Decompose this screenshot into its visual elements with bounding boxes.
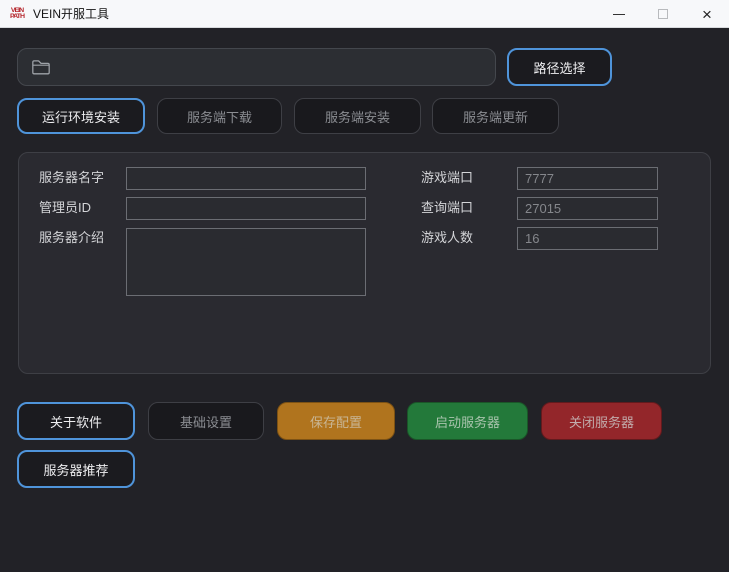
server-desc-label: 服务器介绍	[39, 230, 105, 245]
window-controls: ×	[597, 0, 729, 28]
game-port-label: 游戏端口	[421, 170, 474, 185]
admin-id-input[interactable]	[126, 197, 366, 220]
game-port-input[interactable]	[517, 167, 658, 190]
server-install-button[interactable]: 服务端安装	[294, 98, 421, 134]
folder-icon	[32, 60, 50, 75]
close-icon: ×	[702, 4, 712, 24]
start-server-button[interactable]: 启动服务器	[407, 402, 528, 440]
server-update-button[interactable]: 服务端更新	[432, 98, 559, 134]
save-config-button[interactable]: 保存配置	[277, 402, 395, 440]
server-config-panel: 服务器名字 管理员ID 服务器介绍 游戏端口 查询端口 游戏人数	[18, 152, 711, 374]
server-desc-textarea[interactable]	[126, 228, 366, 296]
query-port-input[interactable]	[517, 197, 658, 220]
player-count-input[interactable]	[517, 227, 658, 250]
server-name-input[interactable]	[126, 167, 366, 190]
app-logo-icon: VEIN PATH	[8, 5, 26, 23]
about-software-button[interactable]: 关于软件	[17, 402, 135, 440]
player-count-label: 游戏人数	[421, 230, 474, 245]
env-install-button[interactable]: 运行环境安装	[17, 98, 145, 134]
titlebar: VEIN PATH VEIN开服工具 ×	[0, 0, 729, 28]
server-download-button[interactable]: 服务端下载	[157, 98, 282, 134]
close-button[interactable]: ×	[685, 0, 729, 28]
window-title: VEIN开服工具	[33, 7, 110, 21]
server-recommend-button[interactable]: 服务器推荐	[17, 450, 135, 488]
path-select-button[interactable]: 路径选择	[507, 48, 612, 86]
query-port-label: 查询端口	[421, 200, 474, 215]
path-input[interactable]	[51, 49, 495, 85]
basic-settings-button[interactable]: 基础设置	[148, 402, 264, 440]
admin-id-label: 管理员ID	[39, 200, 92, 215]
app-window: VEIN PATH VEIN开服工具 × 路径选择 运行环境安装 服务端下载 服…	[0, 0, 729, 572]
server-path-field[interactable]	[17, 48, 496, 86]
minimize-icon	[613, 13, 625, 15]
maximize-icon	[658, 9, 668, 19]
server-name-label: 服务器名字	[39, 170, 105, 185]
app-logo-line2: PATH	[9, 12, 25, 20]
stop-server-button[interactable]: 关闭服务器	[541, 402, 662, 440]
maximize-button	[641, 0, 685, 28]
minimize-button[interactable]	[597, 0, 641, 28]
